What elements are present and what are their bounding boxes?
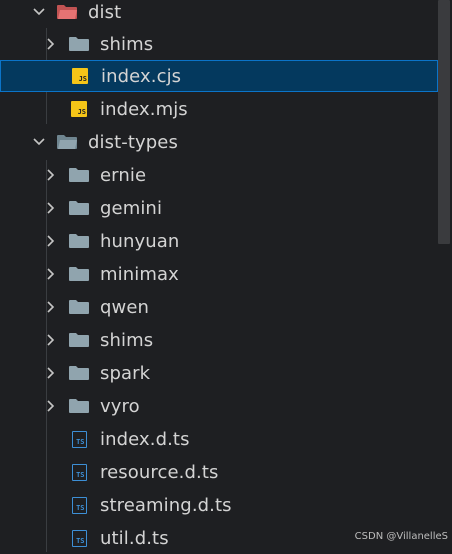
ts-file-icon: TS [68, 529, 90, 547]
tree-item-folder[interactable]: spark [0, 357, 438, 389]
tree-item-label: util.d.ts [100, 527, 169, 549]
tree-item-label: minimax [100, 263, 179, 285]
tree-item-label: hunyuan [100, 230, 180, 252]
folder-icon [68, 298, 90, 316]
folder-open-red-icon [56, 3, 78, 21]
tree-item-folder[interactable]: ernie [0, 159, 438, 191]
ts-badge: TS [71, 529, 87, 547]
ts-file-icon: TS [68, 430, 90, 448]
folder-icon [68, 265, 90, 283]
js-badge: JS [72, 68, 88, 84]
tree-item-label: index.mjs [100, 98, 188, 120]
tree-item-folder[interactable]: minimax [0, 258, 438, 290]
ts-file-icon: TS [68, 463, 90, 481]
tree-item-label: shims [100, 329, 154, 351]
tree-item-label: vyro [100, 395, 140, 417]
tree-item-file[interactable]: TS resource.d.ts [0, 456, 438, 488]
tree-item-label: streaming.d.ts [100, 494, 232, 516]
chevron-right-icon[interactable] [44, 399, 58, 413]
ts-badge: TS [71, 496, 87, 514]
js-file-icon: JS [69, 67, 91, 85]
folder-open-icon [56, 133, 78, 151]
folder-icon [68, 35, 90, 53]
tree-item-label: dist [88, 1, 122, 23]
folder-icon [68, 364, 90, 382]
chevron-right-icon[interactable] [44, 267, 58, 281]
folder-icon [68, 397, 90, 415]
tree-item-dist[interactable]: dist [0, 0, 438, 28]
chevron-right-icon[interactable] [44, 366, 58, 380]
tree-item-file[interactable]: TS index.d.ts [0, 423, 438, 455]
tree-item-label: gemini [100, 197, 163, 219]
chevron-right-icon[interactable] [44, 333, 58, 347]
folder-icon [68, 331, 90, 349]
tree-item-folder[interactable]: hunyuan [0, 225, 438, 257]
file-explorer: dist shims JS index.cjs JS index.mjs dis… [0, 0, 452, 552]
ts-file-icon: TS [68, 496, 90, 514]
chevron-right-icon[interactable] [44, 168, 58, 182]
chevron-right-icon[interactable] [44, 300, 58, 314]
chevron-right-icon[interactable] [44, 37, 58, 51]
tree-item-label: ernie [100, 164, 147, 186]
tree-item-label: spark [100, 362, 151, 384]
tree-item-label: index.cjs [101, 65, 182, 87]
js-badge: JS [71, 101, 87, 117]
tree-item-label: index.d.ts [100, 428, 190, 450]
tree-item-file-selected[interactable]: JS index.cjs [0, 60, 438, 92]
tree-item-file[interactable]: JS index.mjs [0, 93, 438, 125]
ts-badge: TS [71, 463, 87, 481]
tree-item-dist-types[interactable]: dist-types [0, 126, 438, 158]
tree-item-label: shims [100, 33, 154, 55]
chevron-down-icon[interactable] [32, 5, 46, 19]
chevron-right-icon[interactable] [44, 201, 58, 215]
folder-icon [68, 199, 90, 217]
tree-item-folder[interactable]: shims [0, 324, 438, 356]
folder-icon [68, 166, 90, 184]
tree-item-label: dist-types [88, 131, 178, 153]
tree-item-folder[interactable]: gemini [0, 192, 438, 224]
tree-item-file[interactable]: TS streaming.d.ts [0, 489, 438, 521]
chevron-down-icon[interactable] [32, 135, 46, 149]
folder-icon [68, 232, 90, 250]
tree-item-folder[interactable]: shims [0, 28, 438, 60]
watermark: CSDN @VillanelleS [354, 531, 448, 542]
tree-item-label: qwen [100, 296, 150, 318]
chevron-right-icon[interactable] [44, 234, 58, 248]
ts-badge: TS [71, 430, 87, 448]
tree-item-folder[interactable]: qwen [0, 291, 438, 323]
tree-item-label: resource.d.ts [100, 461, 219, 483]
js-file-icon: JS [68, 100, 90, 118]
tree-item-folder[interactable]: vyro [0, 390, 438, 422]
scrollbar-track[interactable] [438, 0, 452, 552]
scrollbar-thumb[interactable] [438, 0, 450, 244]
